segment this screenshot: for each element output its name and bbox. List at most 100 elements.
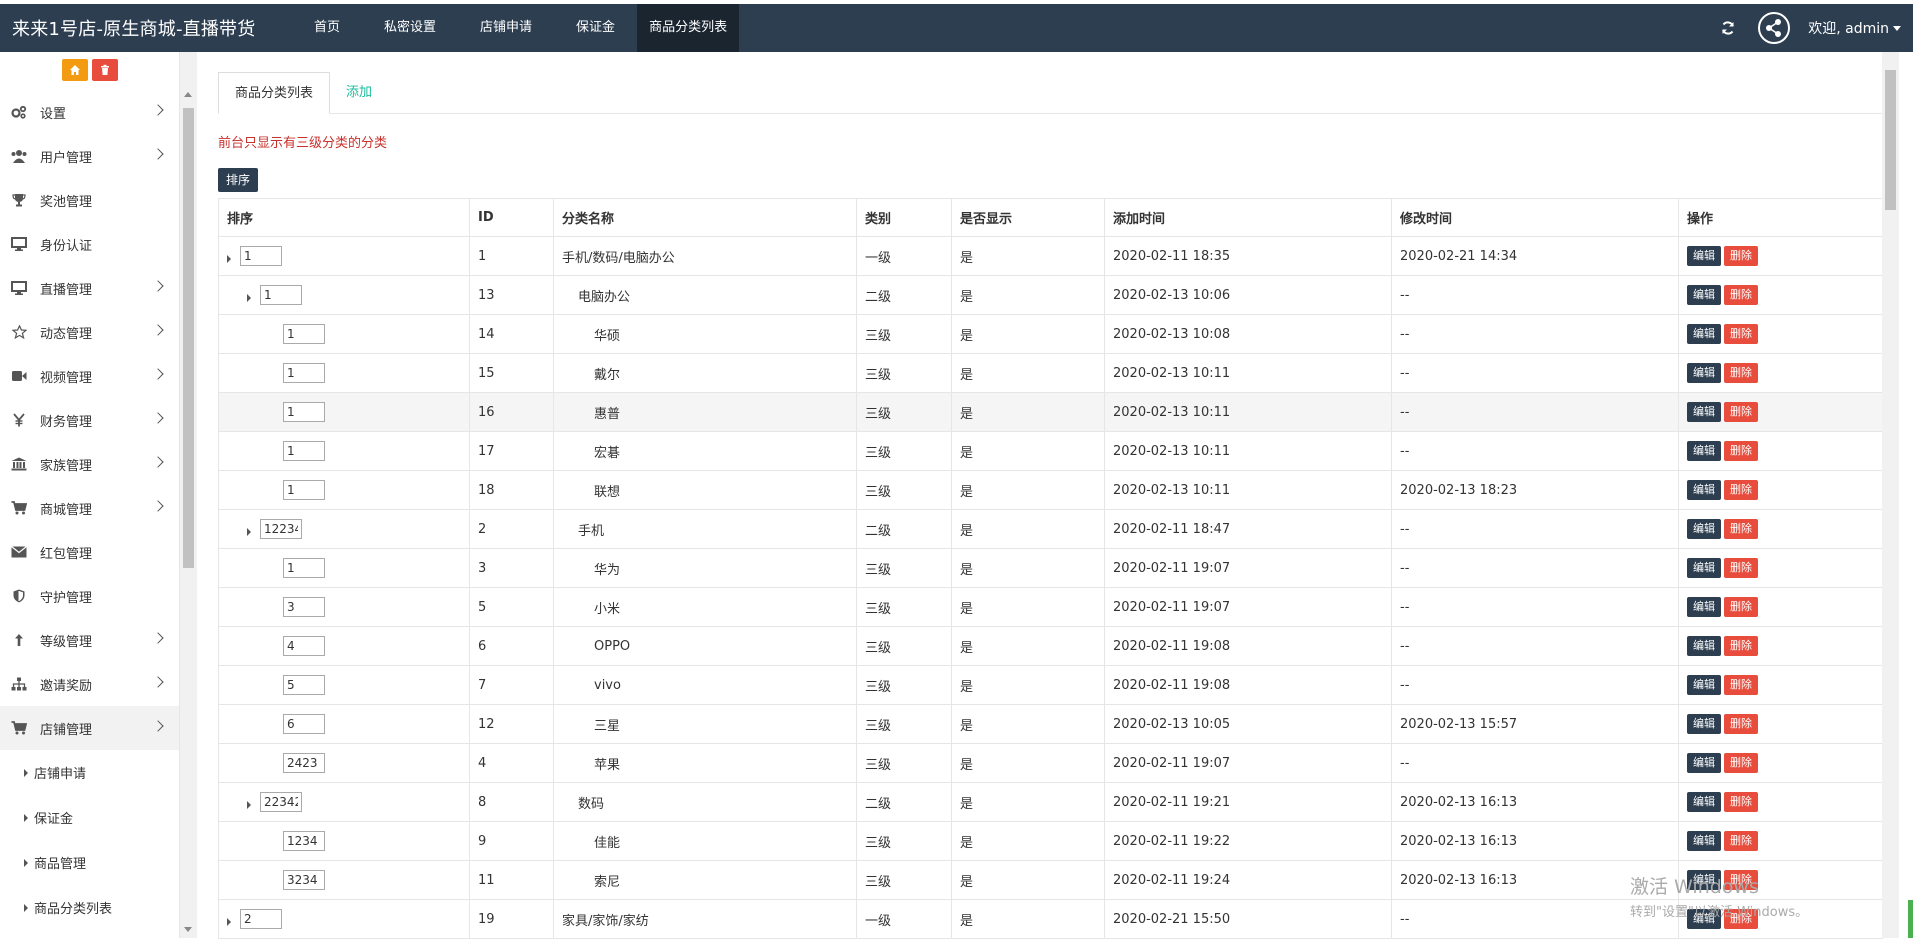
sidebar: 设置 用户管理 奖池管理 身份认证 直播管理 动态管理 视频管理 财务管理 家族管理 商城管理 红包… [0,52,180,938]
edit-button[interactable]: 编辑 [1687,909,1721,929]
scroll-down-icon[interactable] [184,927,192,932]
edit-button[interactable]: 编辑 [1687,324,1721,344]
sort-order-input[interactable] [283,675,325,695]
delete-button[interactable]: 删除 [1724,753,1758,773]
delete-button[interactable]: 删除 [1724,363,1758,383]
topnav-home[interactable]: 首页 [292,4,362,52]
sidebar-item-1[interactable]: 用户管理 [0,134,179,178]
topnav-category-list[interactable]: 商品分类列表 [637,4,740,52]
refresh-icon[interactable] [1716,16,1740,40]
sidebar-item-14[interactable]: 店铺管理 [0,706,179,750]
expand-caret-icon[interactable] [247,528,251,536]
home-button[interactable] [61,59,88,81]
clear-cache-button[interactable] [91,59,118,81]
sort-order-input[interactable] [283,558,325,578]
sort-order-input[interactable] [260,285,302,305]
sort-order-input[interactable] [283,636,325,656]
sort-order-input[interactable] [283,597,325,617]
user-menu[interactable]: 欢迎, admin [1808,18,1901,38]
sidebar-subitem-1[interactable]: 保证金 [0,795,179,840]
edit-button[interactable]: 编辑 [1687,675,1721,695]
sidebar-item-5[interactable]: 动态管理 [0,310,179,354]
expand-caret-icon[interactable] [227,255,231,263]
sidebar-item-13[interactable]: 邀请奖励 [0,662,179,706]
sort-order-input[interactable] [283,714,325,734]
sort-order-input[interactable] [260,519,302,539]
sort-order-input[interactable] [240,246,282,266]
topnav-shop-apply[interactable]: 店铺申请 [458,4,554,52]
sort-order-input[interactable] [283,480,325,500]
scroll-up-icon[interactable] [184,92,192,97]
sidebar-item-8[interactable]: 家族管理 [0,442,179,486]
edit-button[interactable]: 编辑 [1687,285,1721,305]
sort-order-input[interactable] [283,324,325,344]
sort-order-input[interactable] [283,870,325,890]
sidebar-subitem-0[interactable]: 店铺申请 [0,750,179,795]
expand-caret-icon[interactable] [227,918,231,926]
sort-order-input[interactable] [283,363,325,383]
sidebar-item-0[interactable]: 设置 [0,90,179,134]
sort-order-input[interactable] [283,402,325,422]
sort-order-input[interactable] [283,753,325,773]
delete-button[interactable]: 删除 [1724,831,1758,851]
sidebar-item-10[interactable]: 红包管理 [0,530,179,574]
delete-button[interactable]: 删除 [1724,519,1758,539]
edit-button[interactable]: 编辑 [1687,831,1721,851]
sidebar-item-12[interactable]: 等级管理 [0,618,179,662]
delete-button[interactable]: 删除 [1724,597,1758,617]
delete-button[interactable]: 删除 [1724,558,1758,578]
edit-button[interactable]: 编辑 [1687,597,1721,617]
delete-button[interactable]: 删除 [1724,480,1758,500]
sidebar-item-3[interactable]: 身份认证 [0,222,179,266]
expand-caret-icon[interactable] [247,294,251,302]
edit-button[interactable]: 编辑 [1687,753,1721,773]
sidebar-item-6[interactable]: 视频管理 [0,354,179,398]
delete-button[interactable]: 删除 [1724,714,1758,734]
sidebar-subitem-3[interactable]: 商品分类列表 [0,885,179,930]
brand-title[interactable]: 来来1号店-原生商城-直播带货 [0,15,292,41]
sidebar-item-7[interactable]: 财务管理 [0,398,179,442]
added-time-cell: 2020-02-11 19:07 [1104,548,1392,588]
edit-button[interactable]: 编辑 [1687,246,1721,266]
edit-button[interactable]: 编辑 [1687,402,1721,422]
delete-button[interactable]: 删除 [1724,636,1758,656]
expand-caret-icon[interactable] [247,801,251,809]
delete-button[interactable]: 删除 [1724,285,1758,305]
avatar[interactable] [1758,12,1791,44]
edit-button[interactable]: 编辑 [1687,441,1721,461]
sidebar-scroll-thumb[interactable] [183,108,194,568]
sort-order-input[interactable] [240,909,282,929]
edit-button[interactable]: 编辑 [1687,714,1721,734]
delete-button[interactable]: 删除 [1724,324,1758,344]
sort-order-input[interactable] [260,792,302,812]
sidebar-scrollbar[interactable] [180,52,197,938]
sort-order-input[interactable] [283,831,325,851]
sidebar-item-11[interactable]: 守护管理 [0,574,179,618]
edit-button[interactable]: 编辑 [1687,636,1721,656]
edit-button[interactable]: 编辑 [1687,870,1721,890]
delete-button[interactable]: 删除 [1724,246,1758,266]
sidebar-subitem-2[interactable]: 商品管理 [0,840,179,885]
edit-button[interactable]: 编辑 [1687,519,1721,539]
topnav-privacy-settings[interactable]: 私密设置 [362,4,458,52]
sidebar-item-4[interactable]: 直播管理 [0,266,179,310]
edit-button[interactable]: 编辑 [1687,363,1721,383]
topnav-deposit[interactable]: 保证金 [554,4,637,52]
sidebar-item-9[interactable]: 商城管理 [0,486,179,530]
main-scrollbar[interactable] [1882,52,1899,938]
sort-button[interactable]: 排序 [218,168,259,192]
main-scroll-thumb[interactable] [1885,70,1896,210]
sort-order-input[interactable] [283,441,325,461]
delete-button[interactable]: 删除 [1724,675,1758,695]
delete-button[interactable]: 删除 [1724,870,1758,890]
delete-button[interactable]: 删除 [1724,402,1758,422]
edit-button[interactable]: 编辑 [1687,792,1721,812]
delete-button[interactable]: 删除 [1724,909,1758,929]
tab-add[interactable]: 添加 [330,72,388,114]
tab-category-list[interactable]: 商品分类列表 [218,72,331,114]
edit-button[interactable]: 编辑 [1687,480,1721,500]
delete-button[interactable]: 删除 [1724,441,1758,461]
sidebar-item-2[interactable]: 奖池管理 [0,178,179,222]
edit-button[interactable]: 编辑 [1687,558,1721,578]
delete-button[interactable]: 删除 [1724,792,1758,812]
